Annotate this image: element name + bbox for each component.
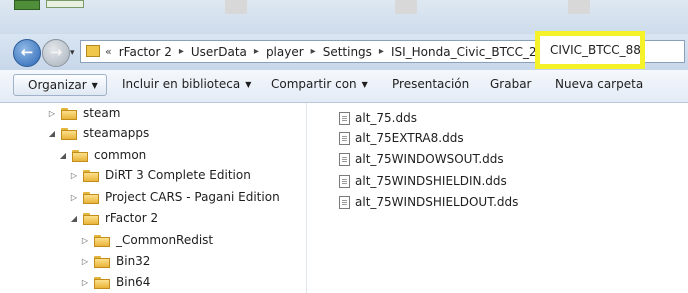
folder-icon <box>72 149 88 162</box>
tree-item[interactable]: ◢ steamapps <box>47 123 149 143</box>
collapse-icon[interactable]: ◢ <box>58 151 68 160</box>
taskbar-thumbnail <box>14 0 40 10</box>
list-item[interactable]: alt_75.dds <box>339 108 417 128</box>
expand-icon[interactable]: ▷ <box>47 109 57 118</box>
pane-splitter[interactable] <box>306 103 317 293</box>
chevron-right-icon[interactable]: ▸ <box>379 46 384 57</box>
folder-icon <box>94 234 110 247</box>
breadcrumb-item[interactable]: rFactor 2 <box>119 45 172 59</box>
taskbar-thumbnail-secondary <box>46 0 84 8</box>
overflow-chevron-icon[interactable]: « <box>105 45 112 58</box>
forward-button[interactable]: → <box>42 39 70 67</box>
chevron-right-icon[interactable]: ▸ <box>179 46 184 57</box>
file-icon <box>339 152 350 166</box>
tree-item[interactable]: ◢ common <box>58 145 146 165</box>
list-item[interactable]: alt_75WINDOWSOUT.dds <box>339 149 504 169</box>
file-icon <box>339 131 350 145</box>
include-library-button[interactable]: Incluir en biblioteca ▼ <box>122 77 251 91</box>
collapse-icon[interactable]: ◢ <box>47 129 57 138</box>
breadcrumb-item[interactable]: UserData <box>191 45 247 59</box>
folder-icon <box>61 107 77 120</box>
new-folder-button[interactable]: Nueva carpeta <box>555 77 643 91</box>
breadcrumb-item[interactable]: Settings <box>323 45 372 59</box>
tree-item[interactable]: ▷ Bin32 <box>80 251 150 271</box>
expand-icon[interactable]: ▷ <box>80 236 90 245</box>
chevron-down-icon: ▼ <box>361 80 368 89</box>
list-item[interactable]: alt_75WINDSHIELDOUT.dds <box>339 192 518 212</box>
recent-pages-dropdown-icon[interactable]: ▾ <box>70 49 78 58</box>
tree-item[interactable]: ▷ Project CARS - Pagani Edition <box>69 187 280 207</box>
tree-item[interactable]: ◢ rFactor 2 <box>69 208 158 228</box>
breadcrumb-item[interactable]: player <box>266 45 304 59</box>
tree-item[interactable]: ▷ steam <box>47 103 120 123</box>
folder-icon <box>83 169 99 182</box>
folder-icon <box>61 127 77 140</box>
expand-icon[interactable]: ▷ <box>69 171 79 180</box>
expand-icon[interactable]: ▷ <box>80 278 90 287</box>
list-item[interactable]: alt_75EXTRA8.dds <box>339 128 464 148</box>
folder-icon <box>94 276 110 289</box>
tree-item[interactable]: ▷ _CommonRedist <box>80 230 213 250</box>
folder-icon <box>83 191 99 204</box>
chevron-down-icon: ▼ <box>91 81 98 90</box>
background-window-fragment <box>225 0 247 14</box>
burn-button[interactable]: Grabar <box>490 77 532 91</box>
collapse-icon[interactable]: ◢ <box>69 214 79 223</box>
chevron-right-icon[interactable]: ▸ <box>254 46 259 57</box>
file-icon <box>339 174 350 188</box>
folder-icon <box>86 45 100 57</box>
back-button[interactable]: ← <box>13 39 41 67</box>
command-toolbar: Organizar ▼ Incluir en biblioteca ▼ Compar… <box>0 70 688 103</box>
tree-item[interactable]: ▷ DiRT 3 Complete Edition <box>69 165 251 185</box>
expand-icon[interactable]: ▷ <box>69 193 79 202</box>
window-top-strip <box>0 0 688 34</box>
organize-button[interactable]: Organizar ▼ <box>13 74 107 96</box>
background-window-fragment <box>568 0 590 14</box>
file-icon <box>339 111 350 125</box>
breadcrumb: « rFactor 2 ▸ UserData ▸ player ▸ Settin… <box>103 41 560 62</box>
current-folder-highlight[interactable]: CIVIC_BTCC_88 <box>535 31 645 69</box>
chevron-right-icon[interactable]: ▸ <box>311 46 316 57</box>
chevron-down-icon: ▼ <box>245 80 252 89</box>
presentation-button[interactable]: Presentación <box>392 77 469 91</box>
expand-icon[interactable]: ▷ <box>80 257 90 266</box>
file-list: alt_75.dds alt_75EXTRA8.dds alt_75WINDOW… <box>317 103 688 293</box>
file-icon <box>339 195 350 209</box>
navigation-pane: ▷ steam ◢ steamapps ◢ common ▷ DiRT 3 Co… <box>0 103 306 293</box>
tree-item[interactable]: ▷ Bin64 <box>80 272 150 292</box>
background-window-fragment <box>395 0 417 14</box>
share-button[interactable]: Compartir con ▼ <box>271 77 368 91</box>
current-folder-name: CIVIC_BTCC_88 <box>550 43 641 57</box>
list-item[interactable]: alt_75WINDSHIELDIN.dds <box>339 171 507 191</box>
folder-icon <box>83 212 99 225</box>
folder-icon <box>94 255 110 268</box>
